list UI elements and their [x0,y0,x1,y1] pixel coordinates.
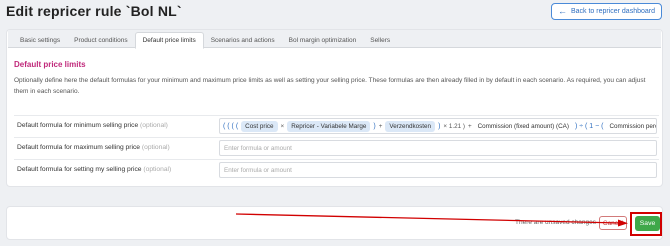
section-title: Default price limits [14,60,86,69]
rule-editor-card: Basic settings Product conditions Defaul… [6,29,663,187]
cancel-button[interactable]: Cancel [599,216,627,230]
tab-bar: Basic settings Product conditions Defaul… [8,30,661,49]
formula-token: ) ÷ ( 1 − ( [574,122,604,130]
max-price-label: Default formula for maximum selling pric… [17,144,170,151]
formula-variable-chip[interactable]: Verzendkosten [385,120,436,132]
formula-token: Commission (fixed amount) (CA) [477,122,569,130]
formula-variable-chip[interactable]: Cost price [241,120,278,132]
min-price-label: Default formula for minimum selling pric… [17,122,168,129]
selling-price-label: Default formula for setting my selling p… [17,166,172,173]
max-price-input[interactable]: Enter formula or amount [219,140,657,156]
tab-default-price-limits[interactable]: Default price limits [134,32,204,49]
min-price-formula-input[interactable]: ( ( ( (Cost price × Repricer - Variabele M… [219,118,657,134]
formula-variable-chip[interactable]: Repricer - Variabele Marge [287,120,371,132]
tab-sellers[interactable]: Sellers [363,32,397,48]
formula-token: + [378,122,383,130]
back-button-label: Back to repricer dashboard [570,8,655,15]
selling-price-input[interactable]: Enter formula or amount [219,162,657,178]
tab-basic-settings[interactable]: Basic settings [13,32,67,48]
formula-token: + [467,122,472,130]
arrow-left-icon: ← [557,6,567,16]
formula-token: ) [373,122,376,130]
formula-token: ( ( ( ( [223,122,239,130]
tab-bol-margin-optimization[interactable]: Bol margin optimization [282,32,364,48]
footer-bar: There are unsaved changes Cancel Save [6,206,663,240]
tab-scenarios-and-actions[interactable]: Scenarios and actions [204,32,282,48]
section-description: Optionally define here the default formu… [14,77,646,95]
back-to-dashboard-button[interactable]: ← Back to repricer dashboard [550,3,662,20]
tab-product-conditions[interactable]: Product conditions [67,32,134,48]
formula-token: ) [438,122,441,130]
save-button[interactable]: Save [635,216,660,231]
min-price-row: Default formula for minimum selling pric… [14,115,659,136]
selling-price-row: Default formula for setting my selling p… [14,159,659,180]
max-price-row: Default formula for maximum selling pric… [14,137,659,158]
formula-token: × [280,122,285,130]
formula-token: × 1.21 ) [443,122,465,130]
unsaved-changes-text: There are unsaved changes [515,219,596,226]
page-title: Edit repricer rule `Bol NL` [6,3,182,19]
formula-token: Commission percentage [609,122,657,130]
